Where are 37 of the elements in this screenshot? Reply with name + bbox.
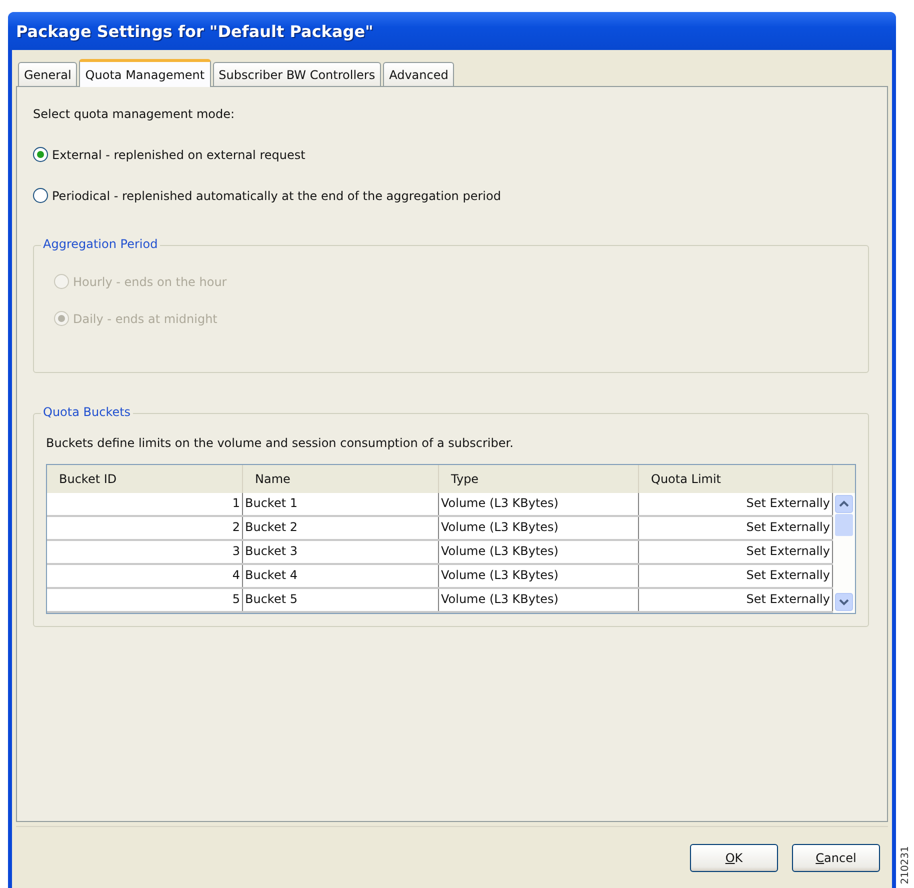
tab[interactable]: Subscriber BW Controllers <box>212 62 382 86</box>
figure-number: 210231 <box>900 846 911 884</box>
radio-button[interactable] <box>33 188 48 203</box>
table-cell: Volume (L3 KBytes) <box>439 541 639 563</box>
window-title: Package Settings for "Default Package" <box>16 22 374 40</box>
tab[interactable]: General <box>18 62 78 86</box>
radio-label: External - replenished on external request <box>52 148 306 162</box>
table-cell: Bucket 4 <box>243 565 439 587</box>
group-title: Aggregation Period <box>41 237 160 251</box>
tab[interactable]: Quota Management <box>79 59 211 87</box>
table-cell: 2 <box>47 517 243 539</box>
table-cell: Volume (L3 KBytes) <box>439 517 639 539</box>
radio-label: Hourly - ends on the hour <box>73 274 227 288</box>
table-cell: 5 <box>47 589 243 611</box>
table-cell: Volume (L3 KBytes) <box>439 493 639 515</box>
scroll-thumb[interactable] <box>835 514 853 536</box>
table-cell: 3 <box>47 541 243 563</box>
table-cell: 4 <box>47 565 243 587</box>
table-cell: Bucket 2 <box>243 517 439 539</box>
radio-button[interactable] <box>33 147 48 162</box>
tab[interactable]: Advanced <box>383 62 454 86</box>
table-cell: Volume (L3 KBytes) <box>439 589 639 611</box>
table-cell: Bucket 3 <box>243 541 439 563</box>
prompt-label: Select quota management mode: <box>33 107 235 121</box>
description-text: Buckets define limits on the volume and session consumption of a subscriber. <box>46 436 514 450</box>
table-cell: Bucket 1 <box>243 493 439 515</box>
scroll-up-icon[interactable] <box>835 495 853 513</box>
radio-label: Periodical - replenished automatically at the end of the aggregation period <box>52 188 501 202</box>
table-cell: Bucket 5 <box>243 589 439 611</box>
table-cell: 1 <box>47 493 243 515</box>
scroll-down-icon[interactable] <box>835 593 853 611</box>
radio-label: Daily - ends at midnight <box>73 312 218 326</box>
dialog-button[interactable]: OK <box>690 844 778 872</box>
table-cell: Volume (L3 KBytes) <box>439 565 639 587</box>
group-title: Quota Buckets <box>41 405 133 419</box>
scrollbar[interactable] <box>833 493 855 613</box>
dialog-button[interactable]: Cancel <box>792 844 880 872</box>
